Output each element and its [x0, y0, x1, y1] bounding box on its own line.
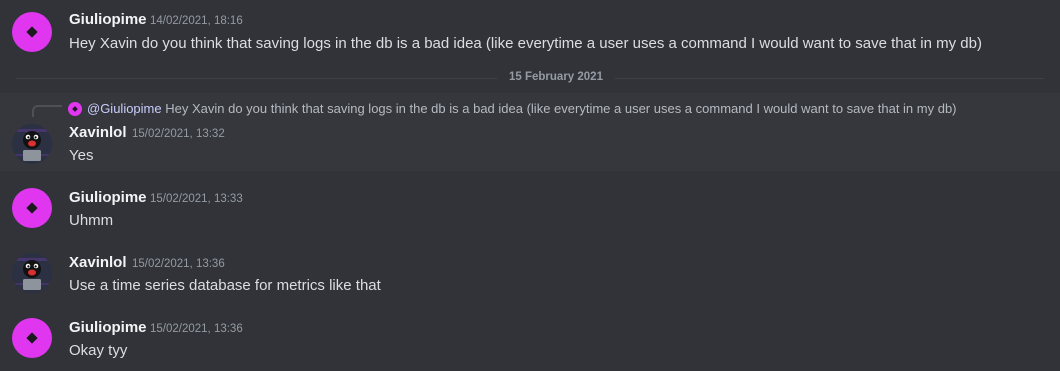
reply-mention[interactable]: @Giuliopime: [87, 101, 162, 116]
message-timestamp[interactable]: 15/02/2021, 13:36: [132, 258, 225, 270]
message-author[interactable]: Giuliopime: [69, 189, 147, 206]
giuliopime-avatar-icon[interactable]: [12, 318, 52, 358]
message-4: Xavinlol 15/02/2021, 13:36 Use a time se…: [0, 245, 1060, 305]
message-content: Okay tyy: [69, 342, 128, 359]
message-author[interactable]: Giuliopime: [69, 11, 147, 28]
message-author[interactable]: Xavinlol: [69, 124, 127, 141]
message-timestamp[interactable]: 15/02/2021, 13:36: [150, 323, 243, 335]
date-divider-label: 15 February 2021: [497, 71, 615, 83]
message-content: Use a time series database for metrics l…: [69, 277, 381, 294]
message-timestamp[interactable]: 15/02/2021, 13:32: [132, 128, 225, 140]
xavinlol-avatar-icon[interactable]: [12, 253, 52, 293]
message-content: Uhmm: [69, 212, 114, 229]
giuliopime-avatar-icon[interactable]: [12, 12, 52, 52]
message-timestamp[interactable]: 14/02/2021, 18:16: [150, 15, 243, 27]
reply-preview[interactable]: @Giuliopime Hey Xavin do you think that …: [87, 101, 957, 116]
message-timestamp[interactable]: 15/02/2021, 13:33: [150, 193, 243, 205]
message-3: Giuliopime 15/02/2021, 13:33 Uhmm: [0, 180, 1060, 240]
message-1: Giuliopime 14/02/2021, 18:16 Hey Xavin d…: [0, 0, 1060, 64]
reply-avatar-icon[interactable]: [68, 102, 82, 116]
message-5: Giuliopime 15/02/2021, 13:36 Okay tyy: [0, 310, 1060, 370]
reply-spine: [32, 105, 62, 117]
message-content: Yes: [69, 147, 94, 164]
message-author[interactable]: Xavinlol: [69, 254, 127, 271]
giuliopime-avatar-icon[interactable]: [12, 188, 52, 228]
reply-preview-text[interactable]: Hey Xavin do you think that saving logs …: [165, 101, 956, 116]
xavinlol-avatar-icon[interactable]: [12, 124, 52, 164]
message-content: Hey Xavin do you think that saving logs …: [69, 35, 982, 52]
message-author[interactable]: Giuliopime: [69, 319, 147, 336]
